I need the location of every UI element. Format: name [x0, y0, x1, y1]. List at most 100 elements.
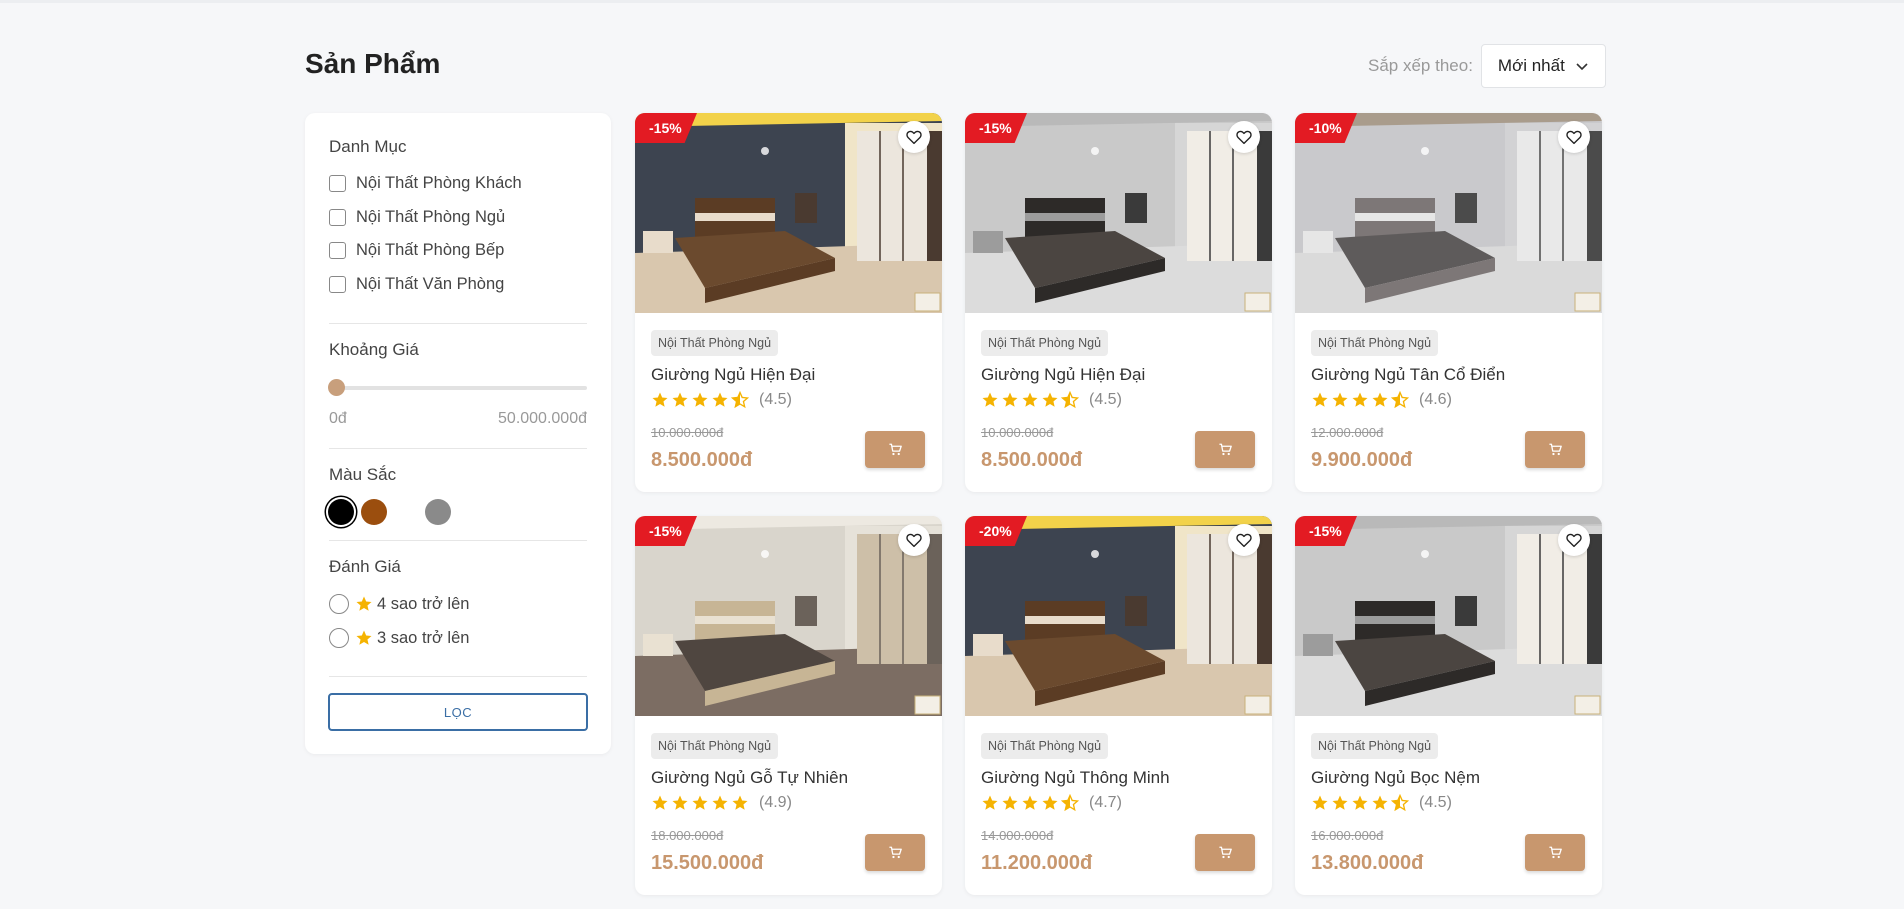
filter-button[interactable]: LỌC	[328, 693, 588, 731]
cart-icon	[888, 443, 902, 456]
category-checkbox[interactable]	[329, 175, 346, 192]
product-name[interactable]: Giường Ngủ Tân Cổ Điển	[1311, 365, 1505, 385]
rating-option[interactable]: 3 sao trở lên	[329, 628, 469, 648]
product-card[interactable]: -10% Nội Thất Phòng Ngủ Giường Ngủ Tân C…	[1295, 113, 1602, 492]
category-checkbox[interactable]	[329, 276, 346, 293]
product-card[interactable]: -15% Nội Thất Phòng Ngủ Giường Ngủ Hiện …	[635, 113, 942, 492]
star-icon	[1332, 795, 1348, 810]
star-icon	[1352, 392, 1368, 407]
wishlist-button[interactable]	[898, 524, 930, 556]
cart-icon	[1218, 846, 1232, 859]
add-to-cart-button[interactable]	[1195, 834, 1255, 871]
cart-icon	[1548, 443, 1562, 456]
wishlist-button[interactable]	[898, 121, 930, 153]
star-icon	[1022, 392, 1038, 407]
star-icon	[1312, 795, 1328, 810]
rating-stars: (4.5)	[981, 391, 1122, 409]
category-label: Nội Thất Văn Phòng	[356, 275, 505, 293]
color-swatch-gray[interactable]	[425, 499, 451, 525]
heart-icon	[906, 533, 922, 548]
category-checkbox[interactable]	[329, 242, 346, 259]
product-name[interactable]: Giường Ngủ Hiện Đại	[651, 365, 815, 385]
category-item[interactable]: Nội Thất Văn Phòng	[329, 275, 504, 294]
divider	[329, 540, 587, 541]
product-image[interactable]	[635, 516, 942, 716]
rating-value: (4.7)	[1089, 794, 1122, 811]
color-swatch-brown[interactable]	[361, 499, 387, 525]
sort-select[interactable]: Mới nhất	[1480, 44, 1606, 88]
price-title: Khoảng Giá	[329, 340, 419, 359]
bedroom-photo	[965, 113, 1272, 313]
old-price: 10.000.000đ	[651, 425, 724, 440]
product-card[interactable]: -15% Nội Thất Phòng Ngủ Giường Ngủ Bọc N…	[1295, 516, 1602, 895]
color-swatch-black[interactable]	[328, 499, 354, 525]
cart-icon	[1218, 443, 1232, 456]
divider	[329, 676, 587, 677]
product-card[interactable]: -15% Nội Thất Phòng Ngủ Giường Ngủ Gỗ Tự…	[635, 516, 942, 895]
product-name[interactable]: Giường Ngủ Gỗ Tự Nhiên	[651, 768, 848, 788]
price-min: 0đ	[329, 410, 347, 427]
add-to-cart-button[interactable]	[1525, 431, 1585, 468]
sale-price: 11.200.000đ	[981, 852, 1093, 874]
rating-stars: (4.6)	[1311, 391, 1452, 409]
product-name[interactable]: Giường Ngủ Thông Minh	[981, 768, 1170, 788]
wishlist-button[interactable]	[1558, 524, 1590, 556]
price-max: 50.000.000đ	[498, 410, 587, 427]
category-item[interactable]: Nội Thất Phòng Khách	[329, 174, 522, 193]
rating-value: (4.6)	[1419, 391, 1452, 408]
category-checkbox[interactable]	[329, 209, 346, 226]
color-title: Màu Sắc	[329, 465, 397, 484]
star-icon	[982, 795, 998, 810]
rating-stars: (4.9)	[651, 794, 792, 812]
star-half-icon	[1391, 391, 1409, 409]
star-icon	[732, 795, 748, 810]
rating-option[interactable]: 4 sao trở lên	[329, 594, 469, 614]
star-icon	[672, 392, 688, 407]
star-half-icon	[1061, 391, 1079, 409]
add-to-cart-button[interactable]	[1525, 834, 1585, 871]
price-slider-track[interactable]	[333, 386, 587, 390]
star-icon	[1332, 392, 1348, 407]
add-to-cart-button[interactable]	[1195, 431, 1255, 468]
sale-price: 8.500.000đ	[981, 449, 1083, 471]
product-card[interactable]: -15% Nội Thất Phòng Ngủ Giường Ngủ Hiện …	[965, 113, 1272, 492]
product-image[interactable]	[965, 113, 1272, 313]
wishlist-button[interactable]	[1228, 524, 1260, 556]
category-item[interactable]: Nội Thất Phòng Bếp	[329, 241, 504, 260]
star-icon	[1002, 795, 1018, 810]
bedroom-photo	[635, 516, 942, 716]
product-name[interactable]: Giường Ngủ Bọc Nệm	[1311, 768, 1480, 788]
old-price: 10.000.000đ	[981, 425, 1054, 440]
wishlist-button[interactable]	[1558, 121, 1590, 153]
color-swatch-white[interactable]	[393, 499, 419, 525]
heart-icon	[1566, 533, 1582, 548]
heart-icon	[1566, 130, 1582, 145]
category-item[interactable]: Nội Thất Phòng Ngủ	[329, 208, 505, 227]
star-icon	[1372, 795, 1388, 810]
rating-value: (4.5)	[1089, 391, 1122, 408]
product-name[interactable]: Giường Ngủ Hiện Đại	[981, 365, 1145, 385]
rating-radio[interactable]	[329, 594, 349, 614]
rating-option-label: 4 sao trở lên	[377, 594, 470, 613]
wishlist-button[interactable]	[1228, 121, 1260, 153]
filter-sidebar: Danh Mục Nội Thất Phòng Khách Nội Thất P…	[305, 113, 611, 754]
price-slider-thumb[interactable]	[328, 379, 345, 396]
rating-stars: (4.5)	[1311, 794, 1452, 812]
divider	[329, 448, 587, 449]
star-icon	[712, 795, 728, 810]
product-image[interactable]	[1295, 516, 1602, 716]
product-card[interactable]: -20% Nội Thất Phòng Ngủ Giường Ngủ Thông…	[965, 516, 1272, 895]
star-half-icon	[1061, 794, 1079, 812]
product-image[interactable]	[635, 113, 942, 313]
category-tag: Nội Thất Phòng Ngủ	[981, 733, 1109, 759]
add-to-cart-button[interactable]	[865, 431, 925, 468]
add-to-cart-button[interactable]	[865, 834, 925, 871]
cart-icon	[888, 846, 902, 859]
product-image[interactable]	[1295, 113, 1602, 313]
category-tag: Nội Thất Phòng Ngủ	[1311, 733, 1439, 759]
rating-value: (4.5)	[759, 391, 792, 408]
rating-radio[interactable]	[329, 628, 349, 648]
category-title: Danh Mục	[329, 137, 407, 156]
product-image[interactable]	[965, 516, 1272, 716]
category-tag: Nội Thất Phòng Ngủ	[1311, 330, 1439, 356]
